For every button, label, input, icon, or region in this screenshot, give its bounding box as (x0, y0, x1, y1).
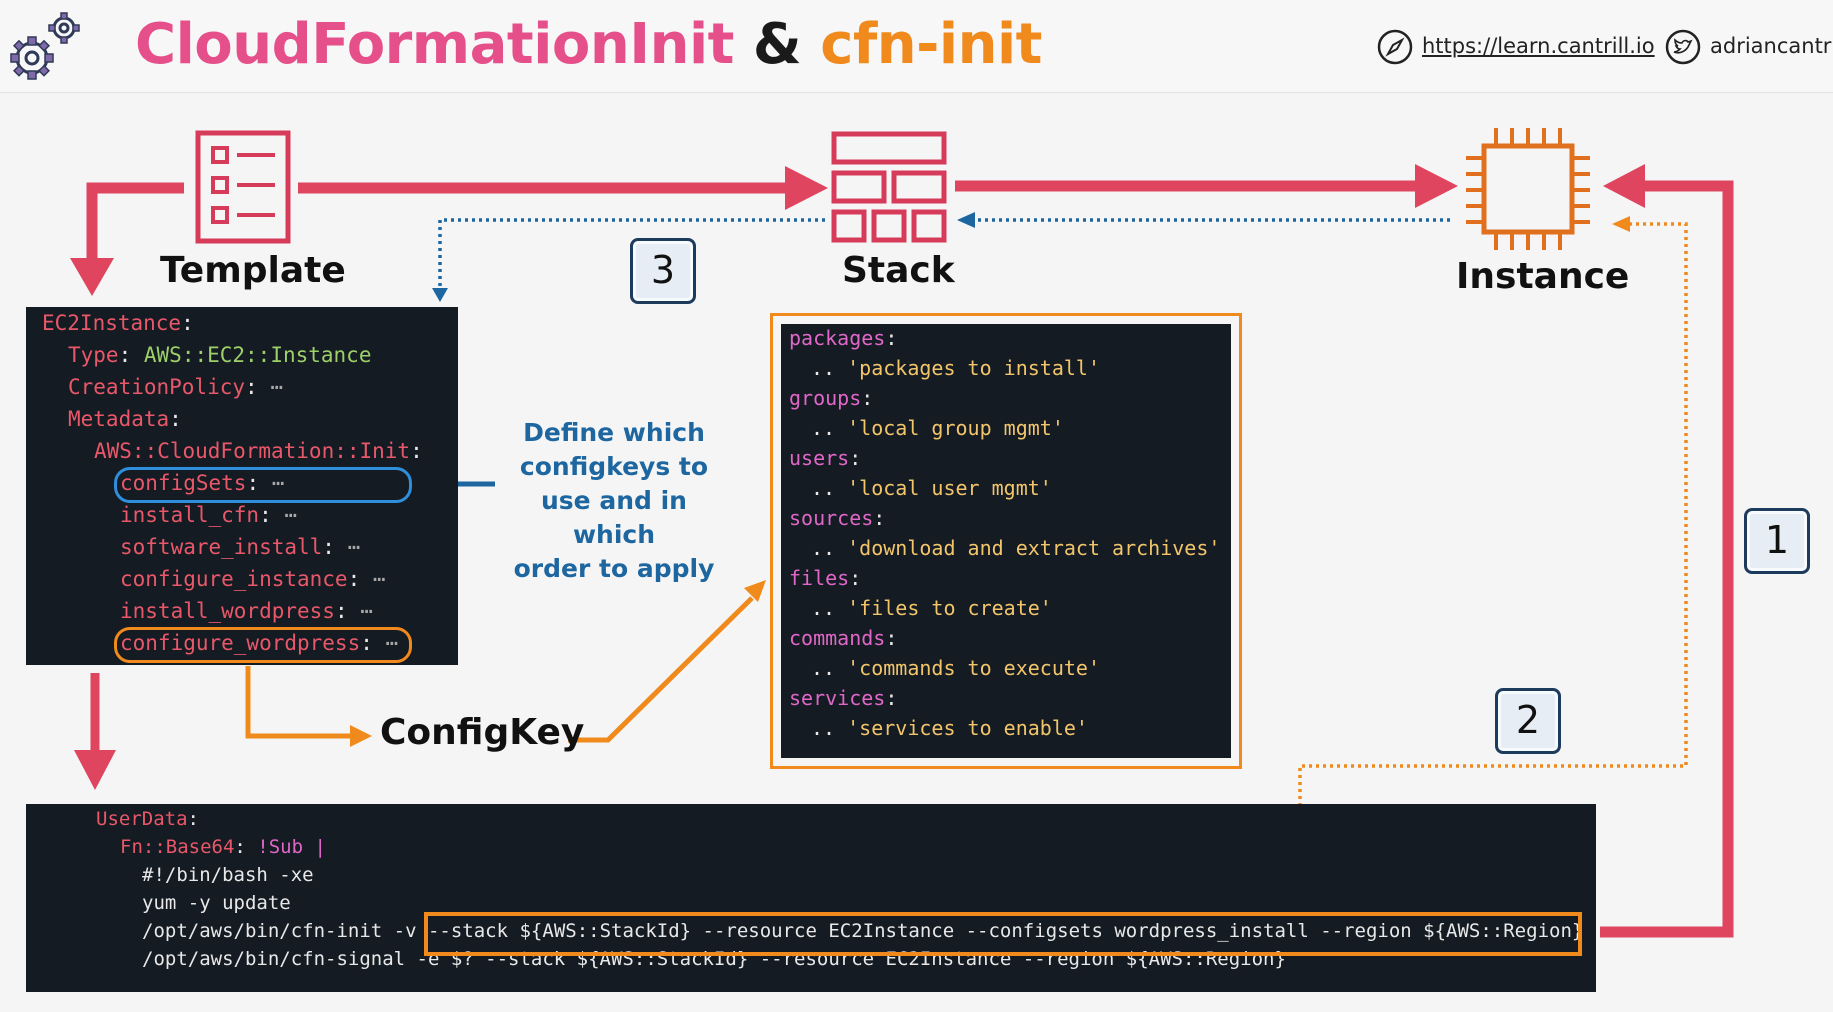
arrow-cfninit-to-instance (1298, 216, 1688, 904)
code-line: install_cfn: ⋯ (120, 503, 298, 527)
code-line: .. 'commands to execute' (811, 656, 1101, 680)
code-line: .. 'services to enable' (811, 716, 1088, 740)
configsets-highlight (114, 467, 412, 503)
configkey-frame: packages: .. 'packages to install' group… (770, 313, 1242, 769)
arrow-template-to-stack (298, 166, 828, 210)
code-line: software_install: ⋯ (120, 535, 361, 559)
code-line: yum -y update (142, 892, 291, 914)
cfn-init-args-highlight (424, 912, 1582, 956)
code-line: packages: (789, 326, 898, 350)
code-line: files: (789, 566, 862, 590)
code-line: .. 'packages to install' (811, 356, 1101, 380)
arrow-wordpress-to-configkey (245, 666, 372, 747)
configsets-note-line: configkeys to (519, 452, 709, 481)
configure-wordpress-highlight (114, 627, 412, 663)
code-line: Type: AWS::EC2::Instance (68, 343, 372, 367)
code-line: .. 'local group mgmt' (811, 416, 1064, 440)
code-line: sources: (789, 506, 886, 530)
code-line: groups: (789, 386, 874, 410)
template-label: Template (160, 250, 346, 291)
code-line: .. 'files to create' (811, 596, 1052, 620)
stack-icon (831, 131, 947, 243)
stack-label: Stack (842, 250, 955, 291)
arrow-stack-to-instance (955, 164, 1458, 208)
template-icon (195, 130, 291, 244)
configsets-note-line: order to apply (513, 554, 715, 583)
step-1-badge: 1 (1744, 508, 1810, 574)
step-2-badge: 2 (1495, 688, 1561, 754)
code-line: users: (789, 446, 862, 470)
arrow-configkey-to-config (568, 580, 766, 743)
instance-label: Instance (1456, 256, 1630, 297)
configsets-note: Define which configkeys to use and in wh… (504, 416, 724, 586)
code-line: commands: (789, 626, 898, 650)
configsets-note-line: Define which (523, 418, 705, 447)
configsets-note-line: use and in which (541, 486, 687, 549)
code-line: EC2Instance: (42, 311, 194, 335)
code-line: UserData: (96, 808, 199, 830)
userdata-code-panel: UserData: Fn::Base64: !Sub | #!/bin/bash… (26, 804, 1596, 992)
template-code-panel: EC2Instance: Type: AWS::EC2::Instance Cr… (26, 307, 458, 665)
code-line: install_wordpress: ⋯ (120, 599, 373, 623)
code-line: services: (789, 686, 898, 710)
code-line: .. 'local user mgmt' (811, 476, 1052, 500)
code-line: AWS::CloudFormation::Init: (94, 439, 423, 463)
configkey-code-panel: packages: .. 'packages to install' group… (781, 324, 1231, 758)
configkey-label: ConfigKey (380, 712, 585, 753)
code-line: CreationPolicy: ⋯ (68, 375, 283, 399)
ec2-instance-icon (1466, 128, 1590, 250)
code-line: Fn::Base64: !Sub | (120, 836, 326, 858)
code-line: .. 'download and extract archives' (811, 536, 1221, 560)
code-line: Metadata: (68, 407, 182, 431)
code-line: #!/bin/bash -xe (142, 864, 314, 886)
step-3-badge: 3 (630, 238, 696, 304)
arrow-code-to-userdata (74, 673, 116, 790)
code-line: configure_instance: ⋯ (120, 567, 386, 591)
